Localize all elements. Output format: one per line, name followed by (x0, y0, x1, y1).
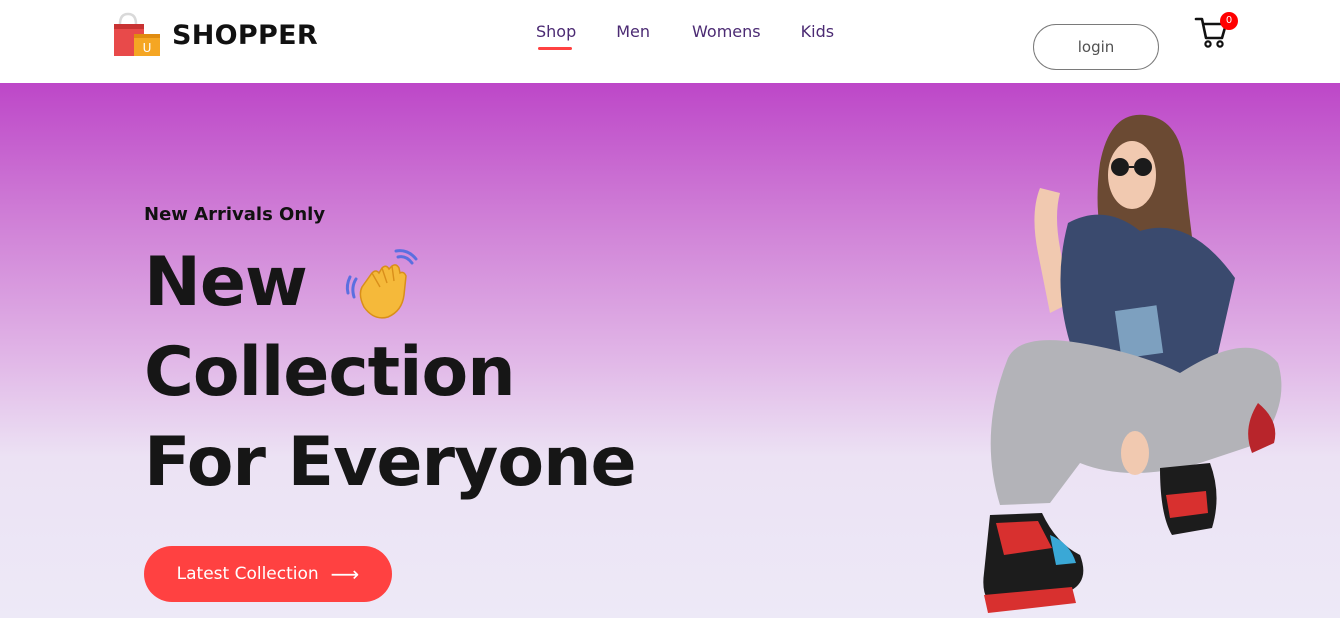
cta-label: Latest Collection (176, 564, 319, 584)
nav-menu: Shop Men Womens Kids (536, 22, 834, 50)
active-underline (538, 47, 572, 50)
nav-item-label: Womens (692, 22, 761, 41)
nav-item-label: Men (616, 22, 651, 41)
latest-collection-button[interactable]: Latest Collection ⟶ (144, 546, 392, 602)
navbar: U SHOPPER Shop Men Womens Kids login 0 (0, 0, 1340, 83)
hero-title-line-1: New (144, 243, 308, 322)
cart-count-badge: 0 (1220, 12, 1238, 30)
logo[interactable]: U SHOPPER (112, 12, 318, 58)
nav-item-label: Kids (800, 22, 835, 41)
svg-text:U: U (143, 41, 152, 55)
shopping-bag-icon: U (112, 12, 162, 58)
brand-name: SHOPPER (172, 19, 318, 51)
waving-hand-icon (342, 249, 420, 325)
hero-subtitle: New Arrivals Only (144, 204, 326, 225)
hero-model-image (960, 103, 1320, 618)
nav-item-label: Shop (536, 22, 577, 41)
arrow-right-icon: ⟶ (330, 562, 360, 586)
nav-item-men[interactable]: Men (616, 22, 650, 41)
hero-title-line-2: Collection (144, 333, 516, 412)
nav-item-shop[interactable]: Shop (536, 22, 577, 50)
hero-title-line-3: For Everyone (144, 423, 637, 502)
login-button[interactable]: login (1033, 24, 1159, 70)
hero-section: New Arrivals Only New Collection For Eve… (0, 83, 1340, 618)
nav-item-womens[interactable]: Womens (692, 22, 761, 41)
nav-item-kids[interactable]: Kids (801, 22, 834, 41)
